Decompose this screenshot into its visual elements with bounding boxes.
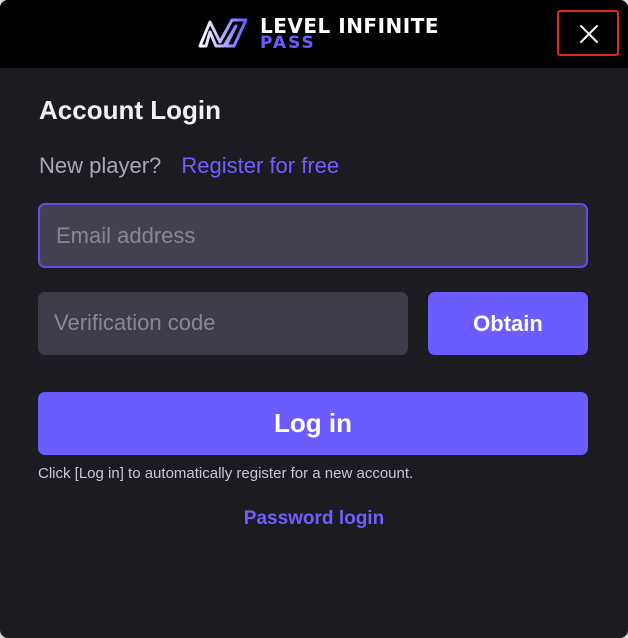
- register-link[interactable]: Register for free: [181, 153, 339, 178]
- close-button[interactable]: [557, 10, 619, 56]
- password-login-link[interactable]: Password login: [0, 508, 628, 530]
- login-dialog: LEVEL INFINITE PASS Account Login New pl…: [0, 0, 628, 638]
- header-bar: LEVEL INFINITE PASS: [0, 0, 628, 68]
- new-player-text: New player?: [39, 153, 162, 178]
- email-field[interactable]: Email address: [38, 203, 588, 268]
- page-title: Account Login: [39, 95, 221, 125]
- auto-register-hint: Click [Log in] to automatically register…: [38, 465, 414, 482]
- level-infinite-logo-icon: [198, 18, 248, 48]
- close-icon: [580, 25, 598, 43]
- new-player-row: New player? Register for free: [39, 153, 339, 179]
- brand-logo: LEVEL INFINITE PASS: [196, 14, 439, 54]
- obtain-button[interactable]: Obtain: [428, 292, 588, 355]
- verification-code-field[interactable]: Verification code: [38, 292, 408, 355]
- login-button[interactable]: Log in: [38, 392, 588, 455]
- brand-subname: PASS: [260, 33, 316, 53]
